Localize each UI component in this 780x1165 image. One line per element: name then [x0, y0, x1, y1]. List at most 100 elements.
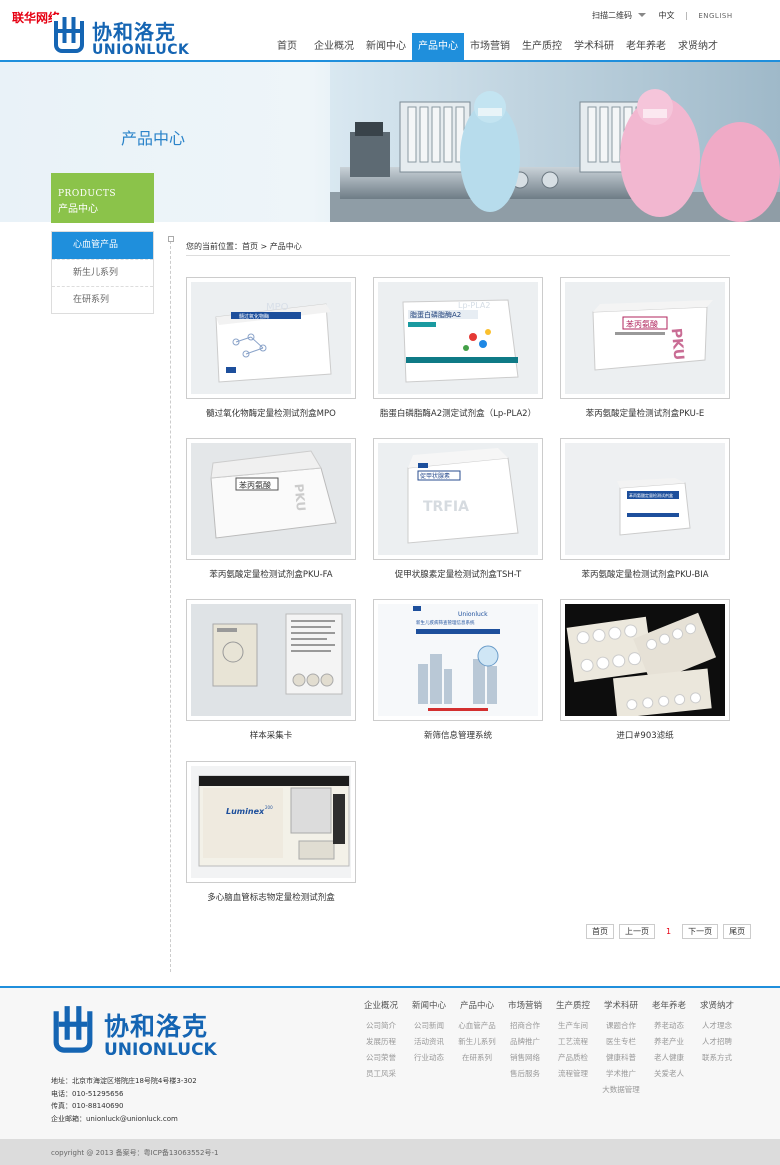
product-card[interactable]: 苯丙氨酸定量检测试剂盒 苯丙氨酸定量检测试剂盒PKU-BIA — [560, 438, 730, 580]
footer-link[interactable]: 医生专栏 — [597, 1034, 645, 1050]
sidebar-item-cardiovascular[interactable]: 心血管产品 — [52, 232, 153, 259]
product-thumbnail[interactable] — [560, 599, 730, 721]
footer-column-title[interactable]: 生产质控 — [549, 999, 597, 1011]
footer-column-title[interactable]: 新闻中心 — [405, 999, 453, 1011]
footer-link[interactable]: 人才招聘 — [693, 1034, 741, 1050]
footer-link[interactable]: 新生儿系列 — [453, 1034, 501, 1050]
footer-link[interactable]: 学术推广 — [597, 1066, 645, 1082]
footer-column-title[interactable]: 老年养老 — [645, 999, 693, 1011]
nav-item-news[interactable]: 新闻中心 — [360, 33, 412, 60]
product-card[interactable]: Luminex 200 多心脑血管标志物定量检测试剂盒 — [186, 761, 356, 903]
footer-link[interactable]: 流程管理 — [549, 1066, 597, 1082]
footer-link[interactable]: 大数据管理 — [597, 1082, 645, 1098]
product-name[interactable]: 苯丙氨酸定量检测试剂盒PKU-E — [560, 407, 730, 419]
product-thumbnail[interactable]: 促甲状腺素 TRFIA — [373, 438, 543, 560]
footer-link[interactable]: 课题合作 — [597, 1018, 645, 1034]
product-card[interactable]: 样本采集卡 — [186, 599, 356, 741]
lang-chinese-link[interactable]: 中文 — [659, 10, 675, 21]
nav-item-elderly-care[interactable]: 老年养老 — [620, 33, 672, 60]
footer-column-careers: 求贤纳才 人才理念 人才招聘 联系方式 — [693, 999, 741, 1098]
footer-link[interactable]: 产品质检 — [549, 1050, 597, 1066]
footer-link[interactable]: 行业动态 — [405, 1050, 453, 1066]
nav-item-marketing[interactable]: 市场营销 — [464, 33, 516, 60]
pagination-current-page[interactable]: 1 — [660, 927, 677, 936]
pagination-next[interactable]: 下一页 — [682, 924, 719, 939]
chevron-down-icon[interactable] — [638, 13, 646, 17]
footer-link[interactable]: 品牌推广 — [501, 1034, 549, 1050]
product-card[interactable]: 进口#903滤纸 — [560, 599, 730, 741]
nav-item-about[interactable]: 企业概况 — [308, 33, 360, 60]
footer-logo[interactable]: 协和洛克 UNIONLUCK — [51, 1003, 231, 1063]
footer-link[interactable]: 心血管产品 — [453, 1018, 501, 1034]
footer-link[interactable]: 生产车间 — [549, 1018, 597, 1034]
footer-link[interactable]: 关爱老人 — [645, 1066, 693, 1082]
footer-link[interactable]: 人才理念 — [693, 1018, 741, 1034]
product-thumbnail[interactable]: Unionluck 新生儿疾病筛查管理信息系统 — [373, 599, 543, 721]
qr-code-link[interactable]: 扫描二维码 — [592, 10, 632, 21]
product-name[interactable]: 促甲状腺素定量检测试剂盒TSH-T — [373, 568, 543, 580]
footer-link[interactable]: 公司荣誉 — [357, 1050, 405, 1066]
product-thumbnail[interactable]: 苯丙氨酸定量检测试剂盒 — [560, 438, 730, 560]
contact-email[interactable]: 企业邮箱：unionluck@unionluck.com — [51, 1113, 197, 1126]
product-name[interactable]: 脂蛋白磷脂酶A2测定试剂盒（Lp-PLA2） — [373, 407, 543, 419]
product-name[interactable]: 苯丙氨酸定量检测试剂盒PKU-BIA — [560, 568, 730, 580]
pagination-first[interactable]: 首页 — [586, 924, 614, 939]
footer-link[interactable]: 招商合作 — [501, 1018, 549, 1034]
pagination-last[interactable]: 尾页 — [723, 924, 752, 939]
product-thumbnail[interactable]: 苯丙氨酸 PKU — [560, 277, 730, 399]
box-sub-label: TRFIA — [423, 499, 469, 515]
product-card[interactable]: Unionluck 新生儿疾病筛查管理信息系统 新筛信息管理系统 — [373, 599, 543, 741]
nav-item-home[interactable]: 首页 — [266, 33, 308, 60]
pagination-prev[interactable]: 上一页 — [619, 924, 655, 939]
sidebar-item-research[interactable]: 在研系列 — [52, 286, 153, 313]
product-name[interactable]: 样本采集卡 — [186, 729, 356, 741]
breadcrumb-home[interactable]: 首页 — [242, 242, 258, 251]
footer-link[interactable]: 健康科普 — [597, 1050, 645, 1066]
sidebar-item-newborn[interactable]: 新生儿系列 — [52, 259, 153, 286]
box-label: 促甲状腺素 — [420, 472, 450, 480]
footer-link[interactable]: 工艺流程 — [549, 1034, 597, 1050]
product-thumbnail[interactable]: 苯丙氨酸 PKU — [186, 438, 356, 560]
top-links: 扫描二维码 中文 | ENGLISH — [592, 10, 733, 21]
product-thumbnail[interactable]: 脂蛋白磷脂酶A2 Lp-PLA2 — [373, 277, 543, 399]
footer-link[interactable]: 销售网络 — [501, 1050, 549, 1066]
footer-link[interactable]: 联系方式 — [693, 1050, 741, 1066]
product-card[interactable]: 促甲状腺素 TRFIA 促甲状腺素定量检测试剂盒TSH-T — [373, 438, 543, 580]
footer-link[interactable]: 养老动态 — [645, 1018, 693, 1034]
nav-item-careers[interactable]: 求贤纳才 — [672, 33, 724, 60]
product-box-image: 苯丙氨酸 PKU — [565, 282, 725, 394]
product-thumbnail[interactable]: MPO 髓过氧化物酶 — [186, 277, 356, 399]
footer-link[interactable]: 活动资讯 — [405, 1034, 453, 1050]
product-name[interactable]: 苯丙氨酸定量检测试剂盒PKU-FA — [186, 568, 356, 580]
product-box-image: 促甲状腺素 TRFIA — [378, 443, 538, 555]
product-card[interactable]: 苯丙氨酸 PKU 苯丙氨酸定量检测试剂盒PKU-E — [560, 277, 730, 419]
footer-link[interactable]: 公司新闻 — [405, 1018, 453, 1034]
nav-item-research[interactable]: 学术科研 — [568, 33, 620, 60]
footer-link[interactable]: 售后服务 — [501, 1066, 549, 1082]
section-heading-cn: 产品中心 — [58, 204, 98, 215]
footer-link[interactable]: 养老产业 — [645, 1034, 693, 1050]
lang-english-link[interactable]: ENGLISH — [698, 12, 732, 20]
product-thumbnail[interactable] — [186, 599, 356, 721]
product-name[interactable]: 多心脑血管标志物定量检测试剂盒 — [186, 891, 356, 903]
product-card[interactable]: 苯丙氨酸 PKU 苯丙氨酸定量检测试剂盒PKU-FA — [186, 438, 356, 580]
nav-item-products[interactable]: 产品中心 — [412, 33, 464, 60]
footer-column-title[interactable]: 市场营销 — [501, 999, 549, 1011]
footer-column-title[interactable]: 产品中心 — [453, 999, 501, 1011]
footer-column-title[interactable]: 学术科研 — [597, 999, 645, 1011]
footer-link[interactable]: 老人健康 — [645, 1050, 693, 1066]
nav-item-quality[interactable]: 生产质控 — [516, 33, 568, 60]
footer-column-title[interactable]: 求贤纳才 — [693, 999, 741, 1011]
product-card[interactable]: MPO 髓过氧化物酶 髓过氧化物酶定量检测试剂盒MPO — [186, 277, 356, 419]
product-card[interactable]: 脂蛋白磷脂酶A2 Lp-PLA2 脂蛋白磷脂酶A2测定试剂盒（Lp-PLA2） — [373, 277, 543, 419]
footer-link[interactable]: 在研系列 — [453, 1050, 501, 1066]
footer-column-title[interactable]: 企业概况 — [357, 999, 405, 1011]
product-thumbnail[interactable]: Luminex 200 — [186, 761, 356, 883]
product-name[interactable]: 新筛信息管理系统 — [373, 729, 543, 741]
product-name[interactable]: 进口#903滤纸 — [560, 729, 730, 741]
footer-link[interactable]: 公司简介 — [357, 1018, 405, 1034]
footer-link[interactable]: 发展历程 — [357, 1034, 405, 1050]
site-logo[interactable]: 协和洛克 UNIONLUCK — [52, 15, 192, 61]
footer-link[interactable]: 员工风采 — [357, 1066, 405, 1082]
product-name[interactable]: 髓过氧化物酶定量检测试剂盒MPO — [186, 407, 356, 419]
